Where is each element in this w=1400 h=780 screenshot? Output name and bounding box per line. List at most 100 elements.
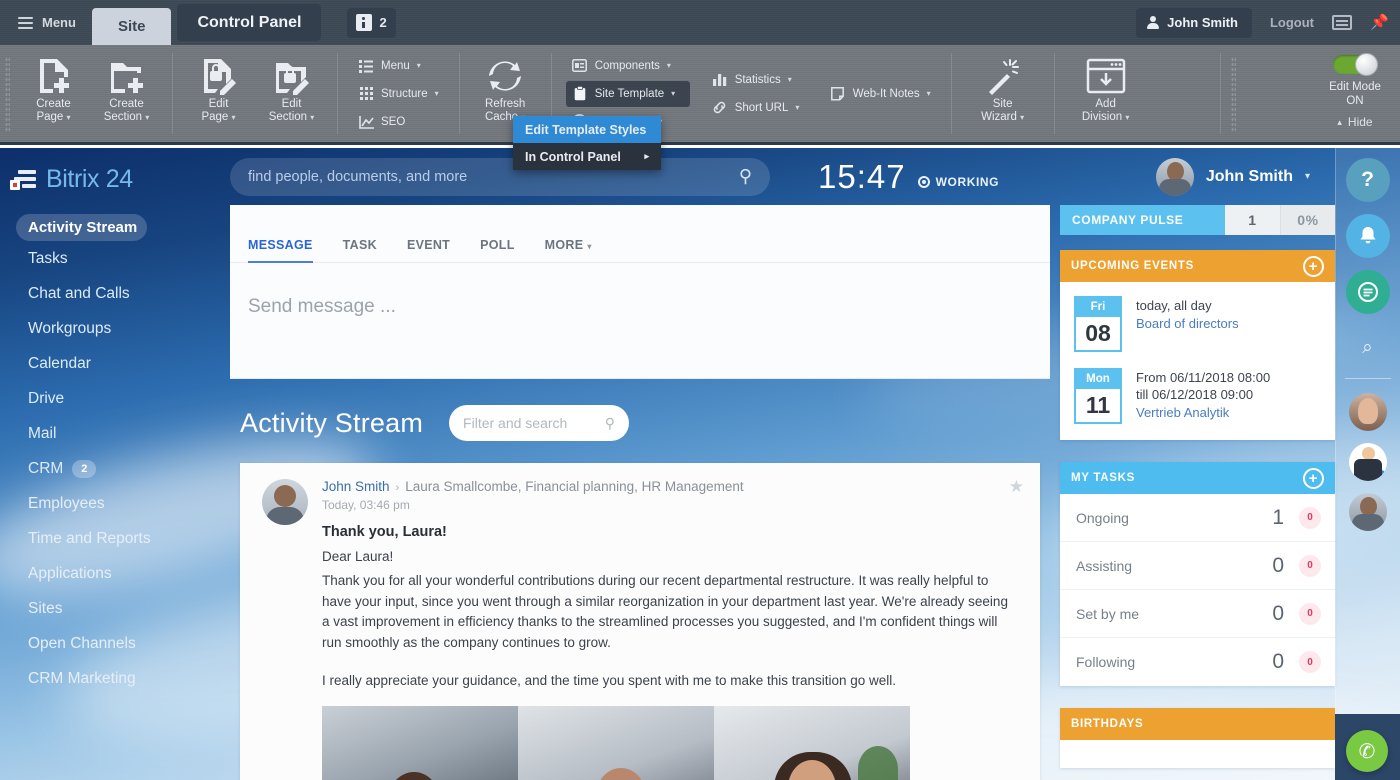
dropdown-item-in-control-panel[interactable]: In Control Panel ▸ xyxy=(513,143,661,170)
seo-button[interactable]: SEO xyxy=(352,109,445,135)
sidebar-item-mail[interactable]: Mail xyxy=(0,416,230,451)
favorite-star-icon[interactable]: ★ xyxy=(1009,477,1024,497)
help-button[interactable]: ? xyxy=(1346,158,1390,202)
pin-icon[interactable]: 📌 xyxy=(1370,15,1386,31)
add-division-button[interactable]: Add Division ▾ xyxy=(1064,45,1148,142)
sidebar-item-open-channels[interactable]: Open Channels xyxy=(0,626,230,661)
sidebar-item-activity-stream[interactable]: Activity Stream xyxy=(16,214,147,241)
list-icon xyxy=(358,58,374,74)
rail-search-button[interactable]: ⌕ xyxy=(1346,326,1390,370)
message-input[interactable]: Send message ... xyxy=(230,263,1050,318)
search-icon[interactable]: ⚲ xyxy=(605,415,615,432)
stream-header: Activity Stream Filter and search ⚲ xyxy=(230,379,1050,441)
edit-page-button[interactable]: Edit Page ▾ xyxy=(182,45,255,142)
task-row-set-by-me[interactable]: Set by me 0 0 xyxy=(1060,590,1335,638)
search-icon[interactable]: ⚲ xyxy=(739,166,752,187)
user-button[interactable]: John Smith xyxy=(1136,8,1252,38)
sidebar-item-sites[interactable]: Sites xyxy=(0,591,230,626)
sidebar-item-drive[interactable]: Drive xyxy=(0,381,230,416)
tab-control-panel[interactable]: Control Panel xyxy=(177,4,321,41)
call-button[interactable]: ✆ xyxy=(1346,730,1388,772)
add-event-button[interactable]: + xyxy=(1303,256,1324,277)
statistics-button[interactable]: Statistics ▾ xyxy=(706,67,808,93)
sidebar-item-applications[interactable]: Applications xyxy=(0,556,230,591)
tab-site[interactable]: Site xyxy=(92,8,172,45)
filter-search-input[interactable]: Filter and search ⚲ xyxy=(449,405,629,441)
event-title-link[interactable]: Vertrieb Analytik xyxy=(1136,405,1270,420)
web-it-notes-button[interactable]: Web-It Notes ▾ xyxy=(824,81,937,107)
site-wizard-button[interactable]: Site Wizard ▾ xyxy=(961,45,1045,142)
tab-more[interactable]: MORE▾ xyxy=(545,238,608,262)
task-badge: 0 xyxy=(1299,555,1321,577)
web-it-notes-label: Web-It Notes xyxy=(853,88,920,100)
rail-avatar-2[interactable] xyxy=(1349,443,1387,481)
sidebar-item-crm[interactable]: CRM 2 xyxy=(0,451,230,486)
bitrix-logo-icon xyxy=(10,168,36,190)
create-section-button[interactable]: Create Section ▾ xyxy=(90,45,163,142)
online-indicator xyxy=(1374,468,1387,481)
sidebar-item-workgroups[interactable]: Workgroups xyxy=(0,311,230,346)
keyboard-icon[interactable] xyxy=(1332,15,1352,30)
messenger-button[interactable] xyxy=(1346,270,1390,314)
ribbon-group-wizard: Site Wizard ▾ xyxy=(958,45,1048,142)
sidebar-item-tasks[interactable]: Tasks xyxy=(0,241,230,276)
add-division-label-2: Division xyxy=(1082,111,1122,123)
rail-avatar-1[interactable] xyxy=(1349,393,1387,431)
birthdays-title: BIRTHDAYS xyxy=(1071,718,1143,730)
sidebar-item-employees[interactable]: Employees xyxy=(0,486,230,521)
notifications-button[interactable] xyxy=(1346,214,1390,258)
short-url-button[interactable]: Short URL ▾ xyxy=(706,95,808,121)
rail-avatar-3[interactable] xyxy=(1349,493,1387,531)
components-button[interactable]: Components ▾ xyxy=(566,53,690,79)
dropdown-item-edit-template-styles[interactable]: Edit Template Styles xyxy=(513,116,661,143)
edit-mode-toggle[interactable] xyxy=(1333,55,1377,74)
tab-event[interactable]: EVENT xyxy=(407,238,466,262)
work-status[interactable]: WORKING xyxy=(918,175,1000,189)
chevron-down-icon: ▾ xyxy=(667,61,671,70)
event-row[interactable]: Fri 08 today, all day Board of directors xyxy=(1060,282,1335,354)
post-author[interactable]: John Smith xyxy=(322,479,390,494)
post-header: John Smith › Laura Smallcombe, Financial… xyxy=(322,479,1018,494)
add-task-button[interactable]: + xyxy=(1303,468,1324,489)
my-tasks-widget: MY TASKS + Ongoing 1 0 Assisting 0 0 Set… xyxy=(1060,462,1335,686)
chevron-up-icon: ▴ xyxy=(1337,115,1342,129)
company-pulse-values: 1 0% xyxy=(1225,205,1335,235)
avatar[interactable] xyxy=(262,479,308,525)
avatar[interactable] xyxy=(1156,158,1194,196)
tab-poll[interactable]: POLL xyxy=(480,238,531,262)
task-row-following[interactable]: Following 0 0 xyxy=(1060,638,1335,686)
hide-ribbon-button[interactable]: ▴ Hide xyxy=(1337,115,1372,129)
event-title-link[interactable]: Board of directors xyxy=(1136,316,1239,331)
sidebar-item-calendar[interactable]: Calendar xyxy=(0,346,230,381)
logo-sub: 24 xyxy=(106,165,133,193)
task-label: Assisting xyxy=(1076,558,1132,574)
sidebar-item-label: Sites xyxy=(28,600,62,618)
ribbon-grip-right[interactable] xyxy=(1227,45,1241,142)
sidebar-item-crm-marketing[interactable]: CRM Marketing xyxy=(0,661,230,696)
task-row-ongoing[interactable]: Ongoing 1 0 xyxy=(1060,494,1335,542)
event-row[interactable]: Mon 11 From 06/11/2018 08:00 till 06/12/… xyxy=(1060,354,1335,426)
task-label: Ongoing xyxy=(1076,510,1129,526)
info-counter-button[interactable]: 2 xyxy=(347,8,395,38)
edit-section-button[interactable]: Edit Section ▾ xyxy=(255,45,328,142)
sidebar-item-time-and-reports[interactable]: Time and Reports xyxy=(0,521,230,556)
tab-message[interactable]: MESSAGE xyxy=(248,238,329,262)
site-template-button[interactable]: Site Template ▾ xyxy=(566,81,690,107)
link-icon xyxy=(712,100,728,116)
menu-structure-button[interactable]: Menu ▾ xyxy=(352,53,445,79)
logout-link[interactable]: Logout xyxy=(1252,15,1332,30)
structure-button[interactable]: Structure ▾ xyxy=(352,81,445,107)
post-image[interactable] xyxy=(322,706,910,780)
create-page-button[interactable]: Create Page ▾ xyxy=(17,45,90,142)
search-input[interactable]: find people, documents, and more xyxy=(248,169,467,185)
right-widgets-column: COMPANY PULSE 1 0% UPCOMING EVENTS + Fri… xyxy=(1060,205,1335,780)
company-pulse-widget[interactable]: COMPANY PULSE 1 0% xyxy=(1060,205,1335,235)
task-row-assisting[interactable]: Assisting 0 0 xyxy=(1060,542,1335,590)
menu-button[interactable]: Menu xyxy=(0,0,92,45)
ribbon-grip-left[interactable] xyxy=(0,45,14,142)
chevron-right-icon: ▸ xyxy=(644,151,649,162)
global-search[interactable]: find people, documents, and more ⚲ xyxy=(230,158,770,196)
bitrix24-logo[interactable]: Bitrix 24 xyxy=(0,148,230,198)
sidebar-item-chat-and-calls[interactable]: Chat and Calls xyxy=(0,276,230,311)
tab-task[interactable]: TASK xyxy=(343,238,393,262)
